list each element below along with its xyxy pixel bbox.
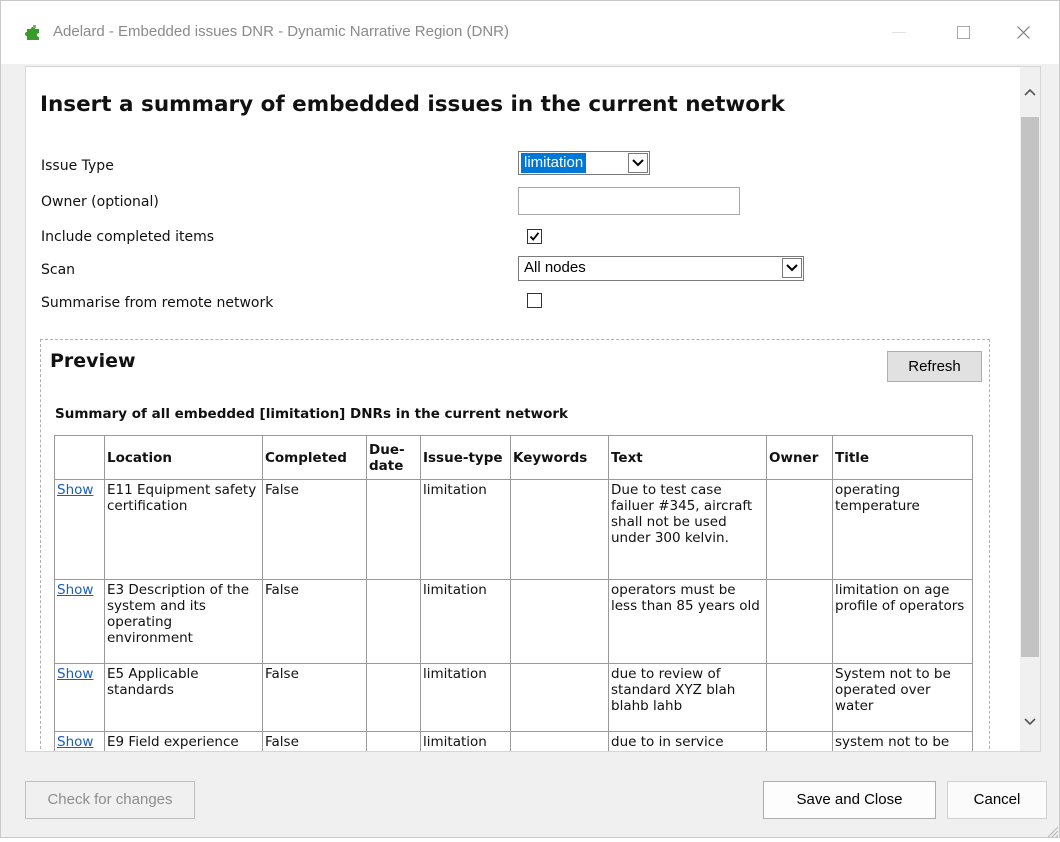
scrollbar-thumb[interactable] (1021, 117, 1039, 657)
location-cell: E9 Field experience (104, 731, 263, 751)
check-for-changes-button[interactable]: Check for changes (25, 781, 195, 819)
chevron-down-icon[interactable] (1023, 713, 1037, 727)
resize-grip-icon[interactable] (1045, 823, 1059, 838)
chevron-down-icon[interactable] (628, 153, 648, 173)
cancel-button[interactable]: Cancel (947, 781, 1047, 819)
show-link[interactable]: Show (57, 482, 93, 498)
puzzle-icon (25, 24, 43, 40)
remote-network-label: Summarise from remote network (41, 295, 274, 311)
due-date-cell (366, 731, 421, 751)
preview-title: Preview (50, 350, 136, 372)
dialog-window: Adelard - Embedded issues DNR - Dynamic … (0, 0, 1060, 838)
column-header: Due-date (366, 435, 421, 480)
chevron-down-icon[interactable] (782, 258, 802, 278)
show-link[interactable]: Show (57, 666, 93, 682)
remote-network-checkbox[interactable] (527, 293, 542, 308)
location-cell: E5 Applicable standards (104, 663, 263, 732)
page: Insert a summary of embedded issues in t… (26, 67, 1020, 751)
scan-label: Scan (41, 262, 76, 278)
issue-type-cell: limitation (420, 731, 511, 751)
location-cell: E11 Equipment safety certification (104, 479, 263, 580)
due-date-cell (366, 479, 421, 580)
completed-cell: False (262, 579, 367, 664)
title-cell: limitation on age profile of operators (832, 579, 973, 664)
issue-type-label: Issue Type (41, 158, 114, 174)
show-link[interactable]: Show (57, 582, 93, 598)
issue-type-cell: limitation (420, 663, 511, 732)
column-header: Issue-type (420, 435, 511, 480)
location-cell: E3 Description of the system and its ope… (104, 579, 263, 664)
completed-cell: False (262, 663, 367, 732)
issue-type-cell: limitation (420, 479, 511, 580)
column-header: Text (608, 435, 767, 480)
keywords-cell (510, 663, 609, 732)
issue-type-select[interactable]: limitation (518, 151, 650, 175)
text-cell: due to review of standard XYZ blah blahb… (608, 663, 767, 732)
show-link[interactable]: Show (57, 734, 93, 750)
column-header: Completed (262, 435, 367, 480)
minimize-icon[interactable] (877, 15, 923, 51)
table-row: Show E3 Description of the system and it… (54, 579, 973, 664)
close-icon[interactable] (1001, 15, 1047, 51)
page-title: Insert a summary of embedded issues in t… (40, 92, 785, 117)
chevron-up-icon[interactable] (1023, 85, 1037, 99)
content-area: Insert a summary of embedded issues in t… (25, 66, 1041, 752)
table-row: Show E11 Equipment safety certification … (54, 479, 973, 580)
completed-cell: False (262, 479, 367, 580)
refresh-button[interactable]: Refresh (887, 351, 982, 382)
save-and-close-button[interactable]: Save and Close (763, 781, 936, 819)
text-cell: Due to test case failuer #345, aircraft … (608, 479, 767, 580)
include-completed-checkbox[interactable] (527, 229, 542, 244)
preview-panel: Preview Refresh Summary of all embedded … (40, 339, 990, 751)
owner-cell (766, 731, 833, 751)
column-header: Keywords (510, 435, 609, 480)
column-header (54, 435, 105, 480)
window-title: Adelard - Embedded issues DNR - Dynamic … (53, 23, 509, 40)
completed-cell: False (262, 731, 367, 751)
keywords-cell (510, 579, 609, 664)
column-header: Owner (766, 435, 833, 480)
title-cell: System not to be operated over water (832, 663, 973, 732)
text-cell: due to in service incident (608, 731, 767, 751)
title-bar[interactable]: Adelard - Embedded issues DNR - Dynamic … (1, 1, 1059, 64)
owner-field[interactable] (518, 187, 740, 215)
due-date-cell (366, 579, 421, 664)
table-row: Show E9 Field experience False limitatio… (54, 731, 973, 751)
owner-label: Owner (optional) (41, 194, 159, 210)
scan-value: All nodes (524, 259, 586, 276)
keywords-cell (510, 479, 609, 580)
due-date-cell (366, 663, 421, 732)
table-header-row: Location Completed Due-date Issue-type K… (54, 435, 973, 480)
owner-cell (766, 479, 833, 580)
owner-cell (766, 663, 833, 732)
issue-type-cell: limitation (420, 579, 511, 664)
vertical-scrollbar[interactable] (1020, 67, 1040, 751)
owner-cell (766, 579, 833, 664)
summary-title: Summary of all embedded [limitation] DNR… (55, 406, 568, 422)
title-cell: operating temperature (832, 479, 973, 580)
issues-table: Location Completed Due-date Issue-type K… (54, 435, 973, 751)
scan-select[interactable]: All nodes (518, 256, 804, 281)
title-cell: system not to be operated (832, 731, 973, 751)
column-header: Title (832, 435, 973, 480)
table-row: Show E5 Applicable standards False limit… (54, 663, 973, 732)
keywords-cell (510, 731, 609, 751)
text-cell: operators must be less than 85 years old (608, 579, 767, 664)
column-header: Location (104, 435, 263, 480)
maximize-icon[interactable] (941, 15, 987, 51)
include-completed-label: Include completed items (41, 229, 215, 245)
issue-type-value: limitation (521, 153, 587, 173)
